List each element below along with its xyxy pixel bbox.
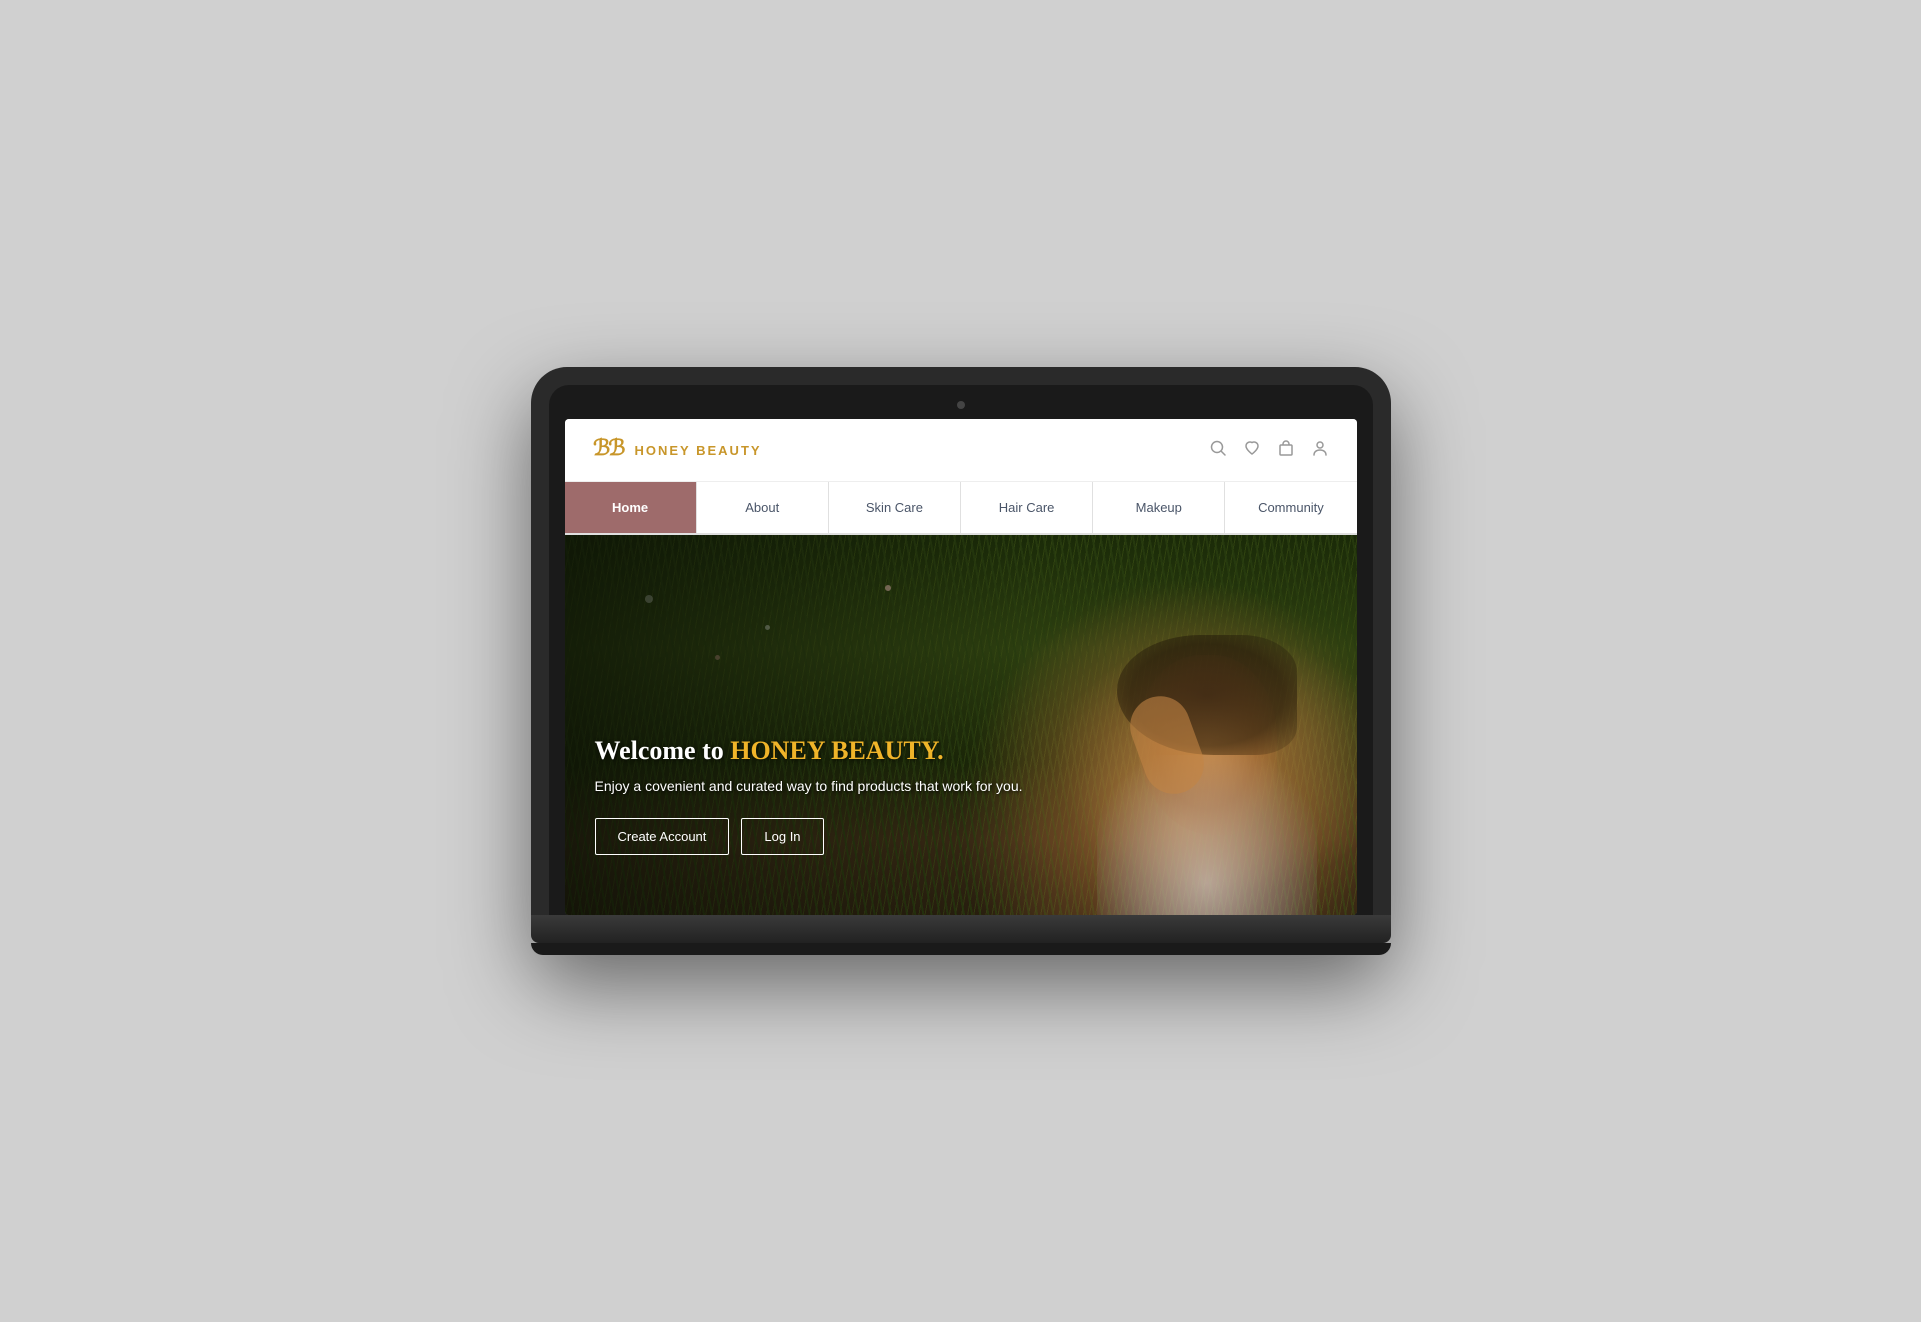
hero-buttons: Create Account Log In (595, 818, 1327, 855)
nav-about[interactable]: About (697, 482, 829, 533)
nav-makeup[interactable]: Makeup (1093, 482, 1225, 533)
laptop-foot (531, 943, 1391, 955)
hero-overlay (565, 535, 1040, 915)
create-account-button[interactable]: Create Account (595, 818, 730, 855)
nav-hair-care[interactable]: Hair Care (961, 482, 1093, 533)
nav-home[interactable]: Home (565, 482, 697, 533)
hero-subtitle: Enjoy a covenient and curated way to fin… (595, 778, 1327, 794)
hero-content: Welcome to HONEY BEAUTY. Enjoy a covenie… (595, 736, 1327, 855)
screen-bezel: ℬℬ HONEY BEAUTY (549, 385, 1373, 915)
hero-title-brand: HONEY BEAUTY. (730, 736, 943, 765)
nav-skin-care[interactable]: Skin Care (829, 482, 961, 533)
header-icons (1209, 439, 1329, 462)
heart-icon[interactable] (1243, 439, 1261, 462)
logo-icon: ℬℬ (593, 435, 627, 465)
site-nav: Home About Skin Care Hair Care Makeup Co… (565, 482, 1357, 535)
hero-section: Welcome to HONEY BEAUTY. Enjoy a covenie… (565, 535, 1357, 915)
bag-icon[interactable] (1277, 439, 1295, 462)
site-header: ℬℬ HONEY BEAUTY (565, 419, 1357, 482)
logo[interactable]: ℬℬ HONEY BEAUTY (593, 435, 762, 465)
laptop-frame: ℬℬ HONEY BEAUTY (531, 367, 1391, 955)
laptop-base (531, 915, 1391, 943)
logo-text: HONEY BEAUTY (635, 443, 762, 458)
user-icon[interactable] (1311, 439, 1329, 462)
svg-text:ℬℬ: ℬℬ (593, 435, 625, 459)
hero-title: Welcome to HONEY BEAUTY. (595, 736, 1327, 766)
browser-screen: ℬℬ HONEY BEAUTY (565, 419, 1357, 915)
hero-title-prefix: Welcome to (595, 736, 731, 765)
nav-community[interactable]: Community (1225, 482, 1356, 533)
login-button[interactable]: Log In (741, 818, 823, 855)
camera (957, 401, 965, 409)
search-icon[interactable] (1209, 439, 1227, 462)
